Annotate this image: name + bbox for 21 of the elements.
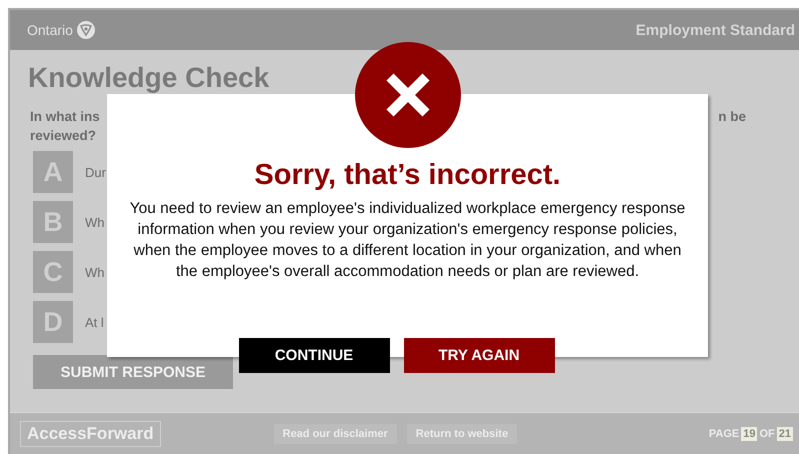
option-text: Wh	[85, 264, 104, 280]
current-page-number: 19	[741, 426, 758, 440]
page-label: OF	[759, 428, 775, 440]
course-title: Employment Standard	[636, 22, 795, 38]
question-text: In what ins	[30, 108, 100, 126]
accessforward-logo[interactable]: AccessForward	[20, 420, 161, 446]
dialog-button[interactable]: CONTINUE	[238, 338, 390, 373]
trillium-logo-icon	[76, 21, 95, 39]
option-text: Dur	[85, 164, 106, 180]
page-title: Knowledge Check	[28, 63, 270, 93]
dialog-title: Sorry, that’s incorrect.	[254, 158, 561, 192]
page-label: PAGE	[708, 428, 740, 440]
total-pages-number: 21	[776, 426, 793, 440]
option-text: At l	[85, 314, 104, 330]
dialog-button[interactable]: TRY AGAIN	[404, 338, 554, 373]
submit-response-button[interactable]: SUBMIT RESPONSE	[33, 355, 233, 389]
option-text: Wh	[85, 214, 104, 230]
brand-name: Ontario	[27, 22, 73, 38]
feedback-message: You need to review an employee's individualized workplace emergency response information when you review your organization's emergency response policies, when the employee moves to a different location in your organization, and when the employee's overall accommodation needs or plan are reviewed.	[128, 199, 686, 282]
question-text: n be	[718, 108, 746, 126]
question-text: reviewed?	[29, 127, 96, 145]
